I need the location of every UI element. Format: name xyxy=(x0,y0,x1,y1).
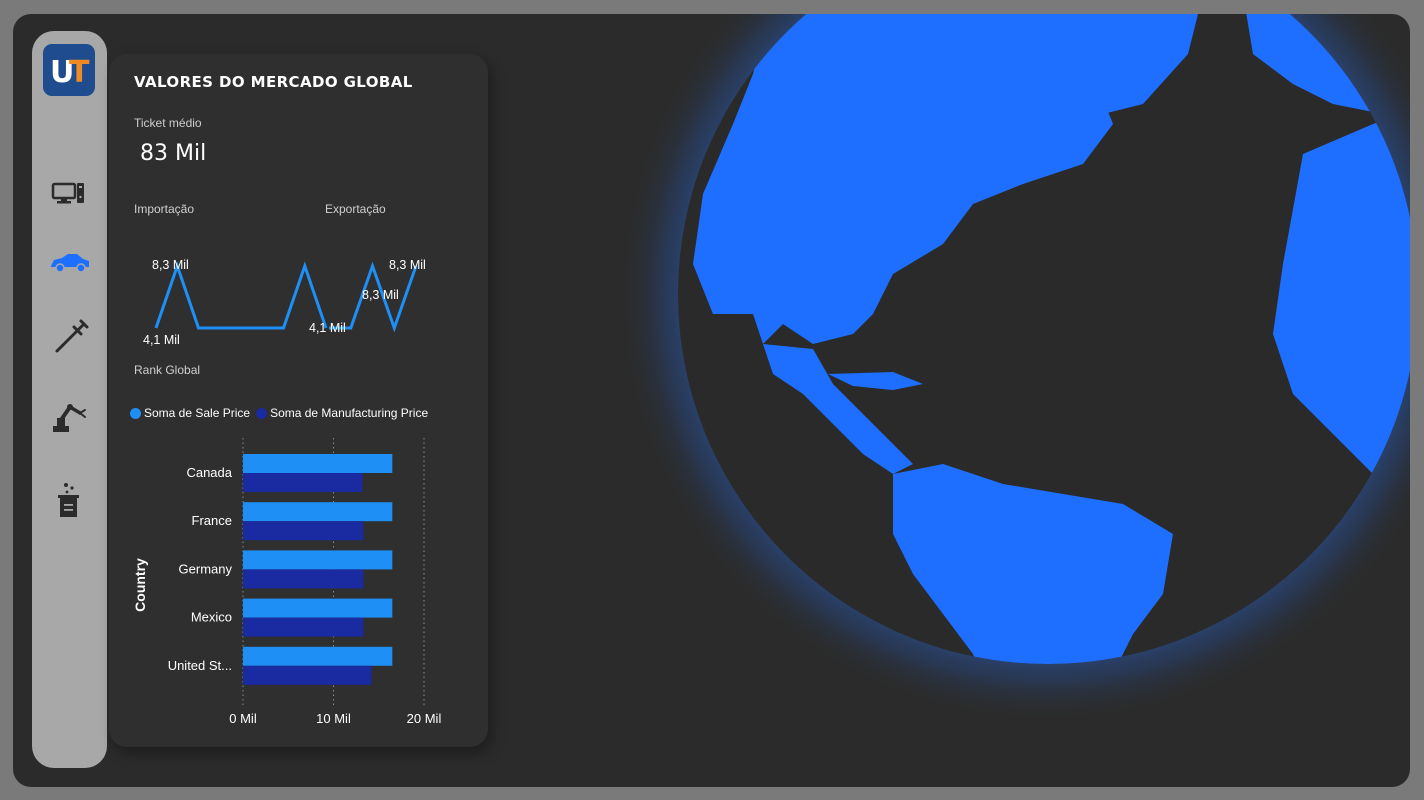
bar-manufacturing[interactable] xyxy=(243,569,364,589)
bar-manufacturing[interactable] xyxy=(243,473,363,492)
nav-item-industry[interactable] xyxy=(50,398,90,438)
nav-item-technology[interactable] xyxy=(50,172,90,212)
bar-sale[interactable] xyxy=(243,502,393,522)
bar-sale[interactable] xyxy=(243,454,393,473)
category-label: Canada xyxy=(186,465,232,480)
category-label: France xyxy=(192,513,232,528)
bar-sale[interactable] xyxy=(243,550,393,570)
category-label: United St... xyxy=(168,658,232,673)
robot-arm-icon xyxy=(53,404,86,432)
bar-sale[interactable] xyxy=(243,598,393,618)
category-label: Mexico xyxy=(191,610,232,625)
car-icon xyxy=(51,254,89,273)
dashboard-canvas: U T VALORES DO MERCADO GLOBAL Ticket méd… xyxy=(13,14,1410,787)
svg-text:T: T xyxy=(69,55,90,90)
nav-item-automotive[interactable] xyxy=(50,242,90,282)
bar-manufacturing[interactable] xyxy=(243,665,372,685)
bar-manufacturing[interactable] xyxy=(243,521,364,541)
bar-sale[interactable] xyxy=(243,646,393,666)
nav-item-health[interactable] xyxy=(50,318,90,358)
beaker-icon xyxy=(58,483,79,517)
category-label: Germany xyxy=(179,561,233,576)
company-logo[interactable]: U T xyxy=(43,44,95,96)
x-tick-label: 10 Mil xyxy=(316,711,351,726)
computer-icon xyxy=(51,182,84,204)
x-tick-label: 20 Mil xyxy=(407,711,442,726)
sidebar: U T xyxy=(32,31,107,768)
syringe-icon xyxy=(55,319,89,353)
nav-item-chemistry[interactable] xyxy=(50,481,90,521)
ut-logo-icon: U T xyxy=(50,55,90,90)
rank-bar-chart: Canada France Germany Mexico United St... 0 … xyxy=(132,438,442,726)
bar-manufacturing[interactable] xyxy=(243,617,364,637)
y-axis-title: Country xyxy=(132,558,148,612)
market-values-panel: VALORES DO MERCADO GLOBAL Ticket médio 8… xyxy=(109,54,488,747)
x-tick-label: 0 Mil xyxy=(229,711,257,726)
